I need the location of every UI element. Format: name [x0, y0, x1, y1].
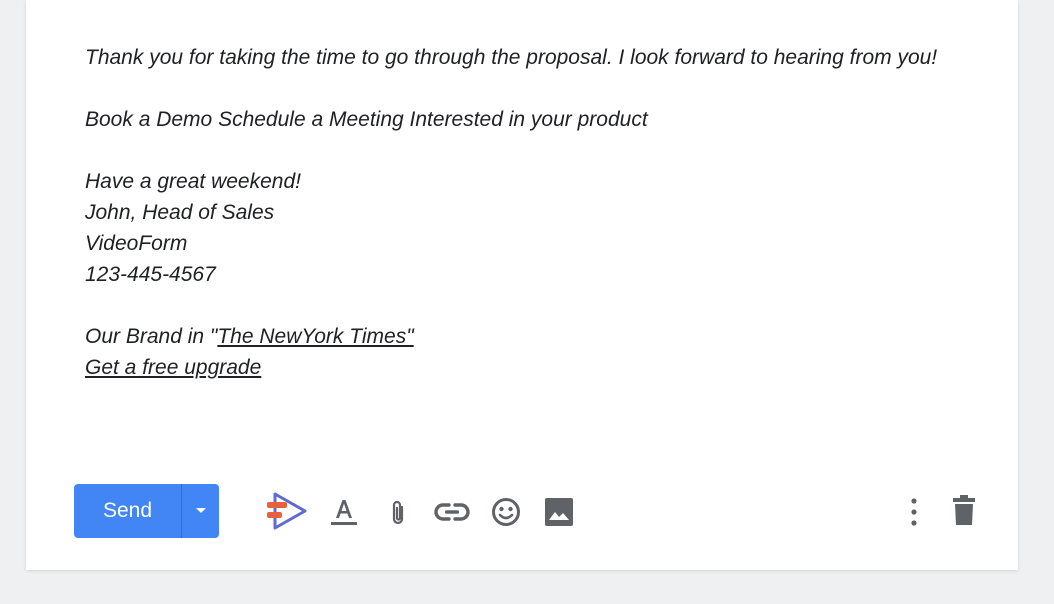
cta-line: Book a Demo Schedule a Meeting Intereste…	[85, 108, 648, 131]
closing-line: Thank you for taking the time to go thro…	[85, 46, 938, 69]
link-icon	[434, 503, 470, 521]
discard-draft-button[interactable]	[942, 488, 986, 532]
compose-window: Thank you for taking the time to go thro…	[26, 0, 1018, 570]
brand-line: Our Brand in "The NewYork Times"	[85, 321, 945, 352]
paperclip-icon	[392, 500, 404, 525]
attach-button[interactable]	[377, 492, 421, 536]
brand-link[interactable]: The NewYork Times"	[217, 325, 413, 348]
more-options-button[interactable]	[892, 490, 936, 534]
formatting-button[interactable]	[322, 490, 366, 534]
brand-prefix: Our Brand in "	[85, 325, 218, 348]
email-body[interactable]: Thank you for taking the time to go thro…	[85, 42, 945, 383]
addon-button[interactable]	[260, 487, 312, 535]
signature-name: John, Head of Sales	[85, 201, 275, 224]
insert-photo-button[interactable]	[537, 490, 581, 534]
caret-down-icon	[195, 508, 206, 513]
emoji-button[interactable]	[484, 490, 528, 534]
smiley-icon	[492, 498, 520, 526]
videoform-addon-icon	[267, 492, 307, 530]
send-button[interactable]: Send	[74, 484, 181, 538]
trash-icon	[953, 495, 975, 525]
image-icon	[545, 498, 573, 526]
signature-company: VideoForm	[85, 232, 188, 255]
upgrade-link[interactable]: Get a free upgrade	[85, 356, 261, 379]
more-vert-icon	[911, 498, 917, 526]
signature-phone: 123-445-4567	[85, 263, 216, 286]
insert-link-button[interactable]	[430, 490, 474, 534]
send-button-group: Send	[74, 484, 219, 538]
send-options-button[interactable]	[182, 484, 219, 538]
upgrade-line: Get a free upgrade	[85, 352, 945, 383]
greeting-line: Have a great weekend!	[85, 170, 301, 193]
text-format-icon	[331, 500, 357, 525]
